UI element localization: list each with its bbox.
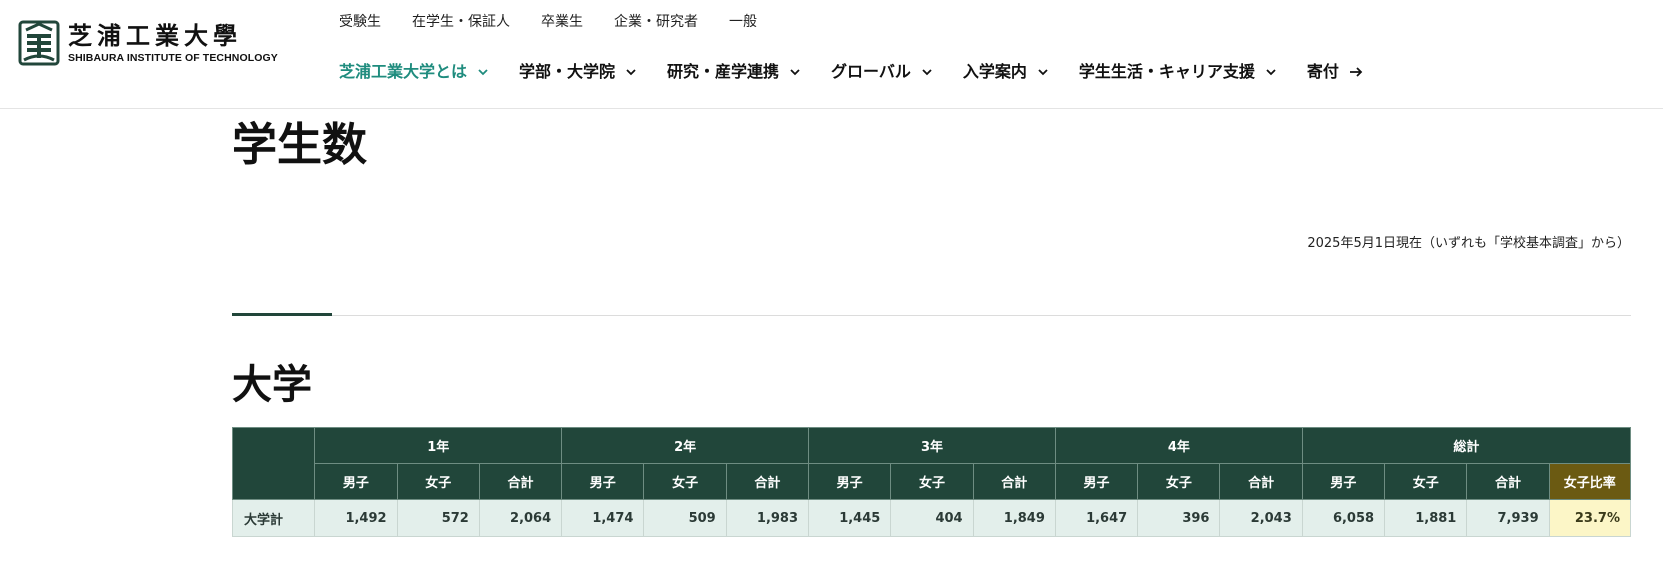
nav-global[interactable]: グローバル	[831, 60, 933, 84]
main-nav: 芝浦工業大学とは 学部・大学院 研究・産学連携 グローバル 入学案内 学生生活・…	[339, 60, 1393, 84]
nav-global-label: グローバル	[831, 62, 911, 81]
sub-header-total: 合計	[1466, 463, 1550, 500]
year-group-header: 3年	[808, 427, 1056, 464]
table-row: 大学計 1,492 572 2,064 1,474 509 1,983 1,44…	[231, 499, 1632, 537]
sub-header-male: 男子	[808, 463, 892, 500]
year-group-header: 2年	[561, 427, 810, 464]
util-link-companies-researchers[interactable]: 企業・研究者	[614, 12, 698, 32]
logo-japanese-text: 芝浦工業大學	[68, 20, 242, 50]
site-logo[interactable]: 芝浦工業大學 SHIBAURA INSTITUTE OF TECHNOLOGY	[18, 20, 278, 66]
util-link-students-guardians[interactable]: 在学生・保証人	[412, 12, 510, 32]
table-cell: 2,043	[1219, 499, 1303, 537]
year-group-header: 1年	[314, 427, 563, 464]
nav-research[interactable]: 研究・産学連携	[667, 60, 801, 84]
sub-header-male: 男子	[1301, 463, 1386, 500]
student-count-table: 1年 2年 3年 4年 総計 男子 女子 合計 男子 女子 合計 男子 女子 合…	[231, 427, 1632, 537]
section-divider	[232, 315, 1631, 316]
row-label-cell: 大学計	[231, 499, 316, 537]
nav-donation[interactable]: 寄付	[1307, 60, 1363, 84]
as-of-note: 2025年5月1日現在（いずれも「学校基本調査」から）	[1307, 236, 1630, 251]
utility-nav: 受験生 在学生・保証人 卒業生 企業・研究者 一般	[339, 12, 788, 32]
chevron-down-icon	[922, 69, 932, 76]
table-cell: 404	[890, 499, 974, 537]
sub-header-female: 女子	[890, 463, 974, 500]
chevron-down-icon	[790, 69, 800, 76]
table-cell: 6,058	[1301, 499, 1386, 537]
table-cell: 1,492	[314, 499, 398, 537]
sub-header-female: 女子	[1137, 463, 1221, 500]
table-cell: 1,647	[1054, 499, 1139, 537]
chevron-down-icon	[626, 69, 636, 76]
util-link-general[interactable]: 一般	[729, 12, 757, 32]
table-cell: 1,849	[972, 499, 1056, 537]
chevron-down-icon	[1038, 69, 1048, 76]
nav-student-life-label: 学生生活・キャリア支援	[1078, 62, 1255, 81]
nav-admissions-label: 入学案内	[962, 62, 1027, 81]
table-cell: 1,445	[808, 499, 892, 537]
table-cell: 1,881	[1384, 499, 1468, 537]
sub-header-male: 男子	[1054, 463, 1139, 500]
logo-english-text: SHIBAURA INSTITUTE OF TECHNOLOGY	[68, 51, 278, 64]
sub-header-female-ratio: 女子比率	[1548, 463, 1632, 500]
table-cell: 7,939	[1466, 499, 1550, 537]
chevron-down-icon	[478, 69, 488, 76]
nav-about-label: 芝浦工業大学とは	[339, 62, 468, 81]
table-cell: 509	[643, 499, 727, 537]
emblem-icon	[18, 20, 60, 66]
table-cell: 1,474	[561, 499, 645, 537]
table-cell: 1,983	[725, 499, 810, 537]
nav-about[interactable]: 芝浦工業大学とは	[339, 60, 489, 84]
nav-student-life[interactable]: 学生生活・キャリア支援	[1079, 60, 1277, 84]
table-cell: 572	[396, 499, 480, 537]
corner-header-cell	[231, 427, 316, 500]
nav-research-label: 研究・産学連携	[667, 62, 780, 81]
year-group-header: 4年	[1054, 427, 1303, 464]
chevron-down-icon	[1266, 69, 1276, 76]
sub-header-female: 女子	[1384, 463, 1468, 500]
nav-admissions[interactable]: 入学案内	[963, 60, 1049, 84]
sub-header-female: 女子	[396, 463, 480, 500]
sub-header-male: 男子	[561, 463, 645, 500]
util-link-alumni[interactable]: 卒業生	[541, 12, 583, 32]
util-link-prospective[interactable]: 受験生	[339, 12, 381, 32]
female-ratio-cell: 23.7%	[1548, 499, 1632, 537]
table-cell: 2,064	[478, 499, 563, 537]
sub-header-male: 男子	[314, 463, 398, 500]
sub-header-female: 女子	[643, 463, 727, 500]
nav-faculties-label: 学部・大学院	[519, 62, 616, 81]
site-header: 芝浦工業大學 SHIBAURA INSTITUTE OF TECHNOLOGY …	[0, 0, 1663, 109]
section-divider-accent	[232, 313, 332, 316]
section-title: 大学	[232, 362, 312, 408]
table-cell: 396	[1137, 499, 1221, 537]
sub-header-total: 合計	[1219, 463, 1303, 500]
sub-header-total: 合計	[725, 463, 810, 500]
nav-donation-label: 寄付	[1306, 62, 1339, 81]
sub-header-total: 合計	[972, 463, 1056, 500]
nav-faculties[interactable]: 学部・大学院	[519, 60, 637, 84]
sub-header-total: 合計	[478, 463, 563, 500]
arrow-right-icon	[1349, 67, 1363, 77]
year-group-header: 総計	[1301, 427, 1632, 464]
page-title: 学生数	[232, 118, 368, 171]
